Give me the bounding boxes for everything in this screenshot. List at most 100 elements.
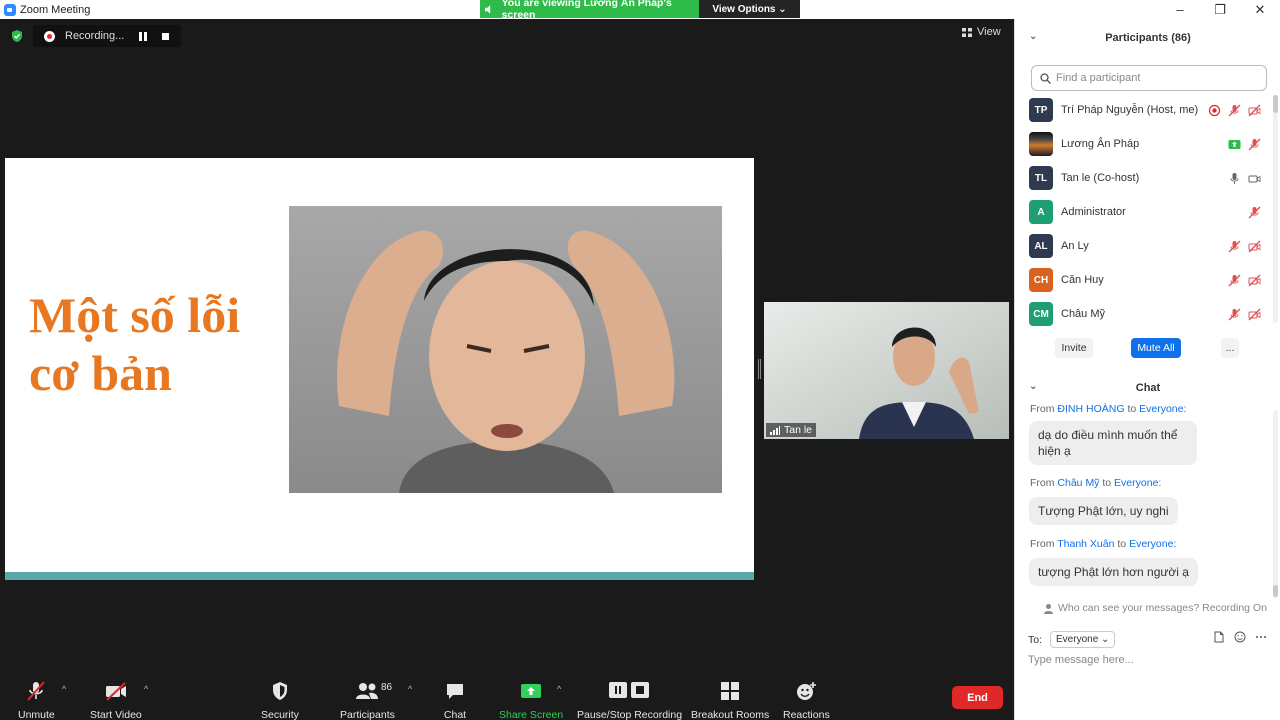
participants-label: Participants <box>340 709 395 720</box>
file-icon[interactable] <box>1213 631 1225 643</box>
avatar: TP <box>1029 98 1053 122</box>
start-video-label: Start Video <box>90 709 142 720</box>
participants-scrollbar[interactable] <box>1273 95 1278 323</box>
participant-row[interactable]: TL Tan le (Co-host) <box>1015 161 1273 195</box>
chat-label: Chat <box>443 709 467 720</box>
muted-mic-icon <box>1248 138 1261 150</box>
smiley-plus-icon <box>794 680 818 702</box>
collapse-chat-chevron-icon[interactable]: ⌄ <box>1029 381 1037 392</box>
chat-message-bubble: dạ do điều mình muốn thể hiện ạ <box>1029 421 1197 465</box>
recording-label: Recording... <box>65 30 125 42</box>
reactions-button[interactable]: Reactions <box>783 680 830 720</box>
chat-scrollbar[interactable] <box>1273 410 1278 598</box>
slide-photo <box>289 206 722 493</box>
pause-stop-icon <box>608 680 652 702</box>
participant-row[interactable]: CM Châu Mỹ <box>1015 297 1273 331</box>
participants-count: 86 <box>381 682 393 693</box>
close-button[interactable]: ✕ <box>1240 0 1280 19</box>
window-title: Zoom Meeting <box>20 3 91 16</box>
video-off-icon <box>1248 104 1261 116</box>
viewing-indicator: You are viewing Lương Ân Pháp's screen <box>480 0 699 21</box>
participant-row[interactable]: AL An Ly <box>1015 229 1273 263</box>
minimize-button[interactable]: – <box>1160 0 1200 19</box>
slide-footer-bar <box>5 572 754 580</box>
breakout-rooms-button[interactable]: Breakout Rooms <box>691 680 769 720</box>
view-options-button[interactable]: View Options ⌄ <box>699 0 800 18</box>
participant-row[interactable]: CH Căn Huy <box>1015 263 1273 297</box>
participant-row[interactable]: A Administrator <box>1015 195 1273 229</box>
security-shield-icon <box>268 680 292 702</box>
mic-on-icon <box>1230 172 1239 184</box>
collapse-participants-chevron-icon[interactable]: ⌄ <box>1029 31 1037 42</box>
participants-options-caret[interactable]: ^ <box>408 684 412 694</box>
participant-name: Administrator <box>1061 206 1126 218</box>
more-options-button[interactable]: ... <box>1221 338 1239 358</box>
muted-mic-icon <box>1248 206 1261 218</box>
participant-row[interactable]: Lương Ân Pháp <box>1015 127 1273 161</box>
mute-all-button[interactable]: Mute All <box>1131 338 1181 358</box>
pause-recording-icon[interactable] <box>139 31 147 41</box>
share-options-caret[interactable]: ^ <box>557 684 561 694</box>
to-word: to <box>1117 538 1127 550</box>
side-panel: ⌄ Participants (86) TP Trí Pháp Nguyễn (… <box>1014 19 1280 720</box>
video-options-caret[interactable]: ^ <box>144 684 148 694</box>
chat-sender-line: From Thanh Xuân to Everyone: <box>1030 538 1176 550</box>
participant-video-tile[interactable]: Tan le <box>764 302 1009 439</box>
video-off-icon <box>1248 274 1261 286</box>
pause-stop-recording-button[interactable]: Pause/Stop Recording <box>577 680 682 720</box>
more-icon[interactable] <box>1255 631 1267 643</box>
avatar: AL <box>1029 234 1053 258</box>
recording-indicator: Recording... <box>33 25 181 47</box>
emoji-icon[interactable] <box>1234 631 1246 643</box>
view-button[interactable]: View <box>962 26 1001 38</box>
chat-sender[interactable]: Châu Mỹ <box>1057 477 1099 489</box>
participant-search-input[interactable] <box>1056 72 1256 84</box>
chat-button[interactable]: Chat <box>443 680 467 720</box>
meeting-toolbar: Unmute ^ Start Video ^ Security Particip… <box>0 672 1014 720</box>
chat-bubble-icon <box>443 680 467 702</box>
participant-name: Tan le (Co-host) <box>1061 172 1140 184</box>
participant-row[interactable]: TP Trí Pháp Nguyễn (Host, me) <box>1015 93 1273 127</box>
who-can-see-messages-link[interactable]: Who can see your messages? Recording On <box>1043 602 1267 614</box>
video-off-icon <box>104 680 128 702</box>
from-prefix: From <box>1030 403 1055 415</box>
share-screen-label: Share Screen <box>499 709 564 720</box>
chat-scrollbar-thumb[interactable] <box>1273 585 1278 597</box>
avatar: CM <box>1029 302 1053 326</box>
share-screen-button[interactable]: Share Screen <box>499 680 563 720</box>
chat-recipient[interactable]: Everyone: <box>1139 403 1186 415</box>
chat-recipient[interactable]: Everyone: <box>1114 477 1161 489</box>
to-label: To: <box>1028 633 1043 646</box>
start-video-button[interactable]: Start Video <box>90 680 142 720</box>
maximize-button[interactable]: ❐ <box>1200 0 1240 19</box>
participant-name: Trí Pháp Nguyễn (Host, me) <box>1061 104 1199 116</box>
audio-options-caret[interactable]: ^ <box>62 684 66 694</box>
view-label: View <box>977 26 1001 38</box>
person-photo-image <box>289 206 722 493</box>
to-word: to <box>1102 477 1112 489</box>
to-word: to <box>1127 403 1137 415</box>
chat-recipient[interactable]: Everyone: <box>1129 538 1176 550</box>
unmute-button[interactable]: Unmute <box>18 680 55 720</box>
recipient-select[interactable]: Everyone ⌄ <box>1050 631 1116 648</box>
invite-button[interactable]: Invite <box>1055 338 1093 358</box>
chat-sender[interactable]: Thanh Xuân <box>1057 538 1114 550</box>
zoom-app-icon <box>4 3 16 16</box>
split-view-handle[interactable] <box>758 359 761 379</box>
security-button[interactable]: Security <box>261 680 299 720</box>
security-label: Security <box>261 709 299 720</box>
participants-icon <box>355 680 379 702</box>
participant-name: Châu Mỹ <box>1061 308 1106 320</box>
end-meeting-button[interactable]: End <box>952 686 1003 709</box>
participant-name: Lương Ân Pháp <box>1061 138 1140 150</box>
video-off-icon <box>1248 308 1261 320</box>
chat-sender[interactable]: ĐỊNH HOÀNG <box>1057 403 1124 415</box>
participants-scrollbar-thumb[interactable] <box>1273 95 1278 113</box>
muted-mic-icon <box>1228 240 1241 252</box>
participant-name: Tan le <box>784 424 813 436</box>
participants-title: Participants (86) <box>1105 32 1191 44</box>
encryption-shield-icon[interactable] <box>10 29 24 43</box>
participant-search[interactable] <box>1031 65 1267 91</box>
stop-recording-icon[interactable] <box>162 32 169 40</box>
chat-message-input[interactable] <box>1028 654 1268 666</box>
